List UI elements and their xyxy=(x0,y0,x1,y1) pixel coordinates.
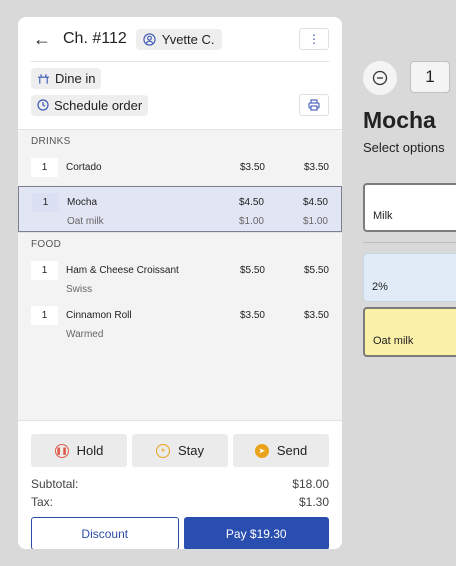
modifier-total: $1.00 xyxy=(302,215,328,227)
option-milk-category[interactable]: Milk xyxy=(363,183,456,232)
title-row: ← Ch. #112 Yvette C. ⋮ xyxy=(31,17,329,62)
totals: Subtotal: $18.00 Tax: $1.30 xyxy=(31,475,329,511)
arrow-left-icon[interactable]: ← xyxy=(33,30,51,48)
stay-label: Stay xyxy=(177,443,204,458)
send-button[interactable]: ➤ Send xyxy=(233,434,329,467)
dine-in-chip[interactable]: Dine in xyxy=(31,68,102,89)
modifier-price: $1.00 xyxy=(238,215,264,227)
user-circle-icon xyxy=(143,32,156,46)
item-price: $3.50 xyxy=(239,310,265,321)
schedule-label: Schedule order xyxy=(54,97,143,113)
tax-value: $1.30 xyxy=(298,495,329,509)
item-qty: 1 xyxy=(31,306,58,325)
decrease-quantity-button[interactable] xyxy=(363,61,397,95)
list-item[interactable]: 1 Ham & Cheese Croissant $5.50 $5.50 Swi… xyxy=(18,255,342,300)
hold-button[interactable]: ❚❚ Hold xyxy=(31,434,127,467)
option-label: Oat milk xyxy=(373,335,414,347)
item-total: $3.50 xyxy=(303,162,329,173)
quantity-display[interactable]: 1 xyxy=(410,61,450,93)
pause-icon: ❚❚ xyxy=(54,443,69,458)
item-name: Ham & Cheese Croissant xyxy=(66,265,179,276)
option-subtitle: Select options xyxy=(363,140,445,155)
item-name: Cortado xyxy=(66,162,102,173)
item-modifier: Warmed xyxy=(66,328,104,340)
schedule-row: Schedule order xyxy=(31,94,329,116)
check-title: Ch. #112 xyxy=(63,30,127,47)
order-card: ← Ch. #112 Yvette C. ⋮ Dine in Schedule … xyxy=(18,17,342,549)
fast-forward-icon: » xyxy=(155,443,170,458)
item-qty: 1 xyxy=(31,261,58,280)
item-qty: 1 xyxy=(31,158,58,177)
schedule-order-chip[interactable]: Schedule order xyxy=(31,94,149,116)
option-2-percent[interactable]: 2% xyxy=(363,253,456,302)
item-name: Cinnamon Roll xyxy=(66,310,132,321)
order-header: ← Ch. #112 Yvette C. ⋮ Dine in Schedule … xyxy=(18,17,342,129)
option-label: Milk xyxy=(373,210,393,222)
option-item-title: Mocha xyxy=(363,107,436,133)
list-item-selected[interactable]: 1 Mocha $4.50 $4.50 Oat milk $1.00 $1.00 xyxy=(18,186,342,232)
item-name: Mocha xyxy=(67,197,98,208)
minus-circle-icon xyxy=(372,70,388,86)
subtotal-label: Subtotal: xyxy=(31,477,79,491)
item-options-panel: 1 Mocha Select options Milk 2% Oat milk xyxy=(363,0,456,566)
print-button[interactable] xyxy=(299,94,329,116)
send-icon: ➤ xyxy=(254,443,269,458)
order-items: DRINKS 1 Cortado $3.50 $3.50 1 Mocha $4.… xyxy=(18,129,342,420)
item-price: $5.50 xyxy=(239,265,265,276)
table-icon xyxy=(37,73,50,84)
item-total: $3.50 xyxy=(303,310,329,321)
guest-chip[interactable]: Yvette C. xyxy=(135,28,222,50)
action-row: ❚❚ Hold » Stay ➤ Send xyxy=(31,434,329,467)
guest-name: Yvette C. xyxy=(161,31,215,47)
hold-label: Hold xyxy=(76,443,104,458)
tax-label: Tax: xyxy=(31,495,54,509)
subtotal-value: $18.00 xyxy=(292,477,329,491)
dine-in-label: Dine in xyxy=(55,71,96,86)
section-drinks: DRINKS xyxy=(18,129,342,152)
list-item[interactable]: 1 Cinnamon Roll $3.50 $3.50 Warmed xyxy=(18,300,342,345)
print-icon xyxy=(308,99,320,111)
item-modifier: Oat milk xyxy=(67,215,104,227)
pay-button[interactable]: Pay $19.30 xyxy=(183,517,329,549)
item-price: $3.50 xyxy=(239,162,265,173)
order-footer: ❚❚ Hold » Stay ➤ Send Subtotal: $18.00 T… xyxy=(18,420,342,549)
send-label: Send xyxy=(276,443,308,458)
item-modifier: Swiss xyxy=(66,283,93,295)
pay-row: Discount Pay $19.30 xyxy=(31,517,329,549)
discount-button[interactable]: Discount xyxy=(31,517,179,549)
divider xyxy=(363,242,456,243)
stay-button[interactable]: » Stay xyxy=(132,434,228,467)
item-total: $4.50 xyxy=(302,197,328,208)
item-qty: 1 xyxy=(32,193,59,212)
option-label: 2% xyxy=(372,281,388,293)
item-total: $5.50 xyxy=(303,265,329,276)
more-vertical-icon[interactable]: ⋮ xyxy=(299,28,329,50)
list-item[interactable]: 1 Cortado $3.50 $3.50 xyxy=(18,152,342,183)
section-food: FOOD xyxy=(18,232,342,255)
clock-icon xyxy=(37,99,49,111)
item-price: $4.50 xyxy=(238,197,264,208)
dine-row: Dine in xyxy=(31,68,329,89)
option-oat-milk[interactable]: Oat milk xyxy=(363,307,456,357)
